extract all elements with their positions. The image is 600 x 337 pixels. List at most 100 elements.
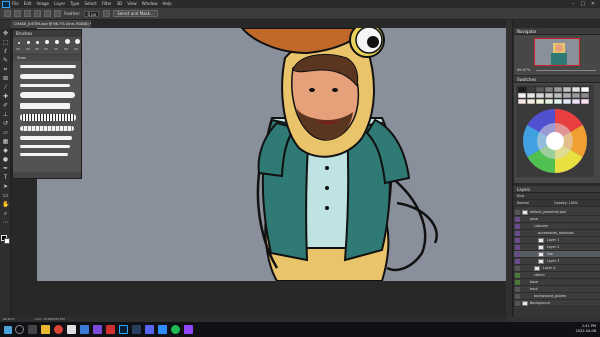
- visibility-eye-icon[interactable]: [515, 266, 520, 271]
- menu-3d[interactable]: 3D: [117, 0, 123, 8]
- brush-stroke[interactable]: [20, 84, 70, 87]
- brush-tool-icon[interactable]: ✐: [2, 102, 9, 109]
- layers-panel-header[interactable]: Layers: [514, 186, 600, 193]
- layer-row[interactable]: Layer 2: [514, 244, 600, 251]
- shape-tool-icon[interactable]: ▭: [2, 192, 9, 199]
- brush-stroke[interactable]: [20, 92, 75, 98]
- menu-filter[interactable]: Filter: [102, 0, 112, 8]
- visibility-eye-icon[interactable]: [515, 259, 520, 264]
- brush-stroke[interactable]: [20, 65, 76, 68]
- brush-stroke[interactable]: [20, 126, 74, 131]
- background-color-swatch[interactable]: [4, 238, 10, 244]
- layer-row[interactable]: background_guides: [514, 293, 600, 300]
- layer-row[interactable]: Layer 3: [514, 258, 600, 265]
- layer-row[interactable]: costume: [514, 223, 600, 230]
- color-wheel-swatches[interactable]: [514, 83, 596, 179]
- blend-mode-select[interactable]: Normal: [517, 200, 529, 206]
- brush-stroke[interactable]: [20, 145, 70, 148]
- layer-row[interactable]: Background: [514, 300, 600, 307]
- pen-tool-icon[interactable]: ✒: [2, 165, 9, 172]
- steam-icon[interactable]: [132, 325, 141, 334]
- menu-type[interactable]: Type: [70, 0, 79, 8]
- layer-row-selected[interactable]: line: [514, 251, 600, 258]
- visibility-eye-icon[interactable]: [515, 245, 520, 250]
- twitch-icon[interactable]: [184, 325, 193, 334]
- zoom-tool-icon[interactable]: ⌕: [2, 210, 9, 217]
- navigator-panel-header[interactable]: Navigator: [514, 28, 600, 35]
- document-canvas[interactable]: [37, 28, 506, 281]
- visibility-eye-icon[interactable]: [515, 231, 520, 236]
- menu-help[interactable]: Help: [162, 0, 171, 8]
- brush-preset[interactable]: [27, 41, 30, 44]
- status-zoom[interactable]: 66.67%: [3, 317, 14, 321]
- anti-alias-checkbox[interactable]: [103, 10, 111, 17]
- visibility-eye-icon[interactable]: [515, 273, 520, 278]
- brush-preset[interactable]: [36, 41, 39, 44]
- menu-edit[interactable]: Edit: [24, 0, 32, 8]
- more-tools-icon[interactable]: ⋯: [2, 219, 9, 226]
- brush-preset[interactable]: [65, 39, 70, 44]
- document-tab[interactable]: CHASE_JUSTIN.psd @ 66.7% (line, RGB/8) *: [11, 20, 91, 28]
- menu-file[interactable]: File: [12, 0, 19, 8]
- move-tool-icon[interactable]: ✥: [2, 30, 9, 37]
- visibility-eye-icon[interactable]: [515, 210, 520, 215]
- brush-stroke[interactable]: [20, 114, 76, 121]
- layer-row[interactable]: default_powerhat.psd: [514, 209, 600, 216]
- brush-stroke[interactable]: [20, 136, 72, 140]
- visibility-eye-icon[interactable]: [515, 294, 520, 299]
- mail-icon[interactable]: [80, 325, 89, 334]
- history-brush-icon[interactable]: ↺: [2, 120, 9, 127]
- frame-tool-icon[interactable]: ⊠: [2, 75, 9, 82]
- zoom-icon[interactable]: [158, 325, 167, 334]
- type-tool-icon[interactable]: T: [2, 174, 9, 181]
- visibility-eye-icon[interactable]: [515, 280, 520, 285]
- menu-image[interactable]: Image: [36, 0, 49, 8]
- visibility-eye-icon[interactable]: [515, 301, 520, 306]
- quick-select-icon[interactable]: ✎: [2, 57, 9, 64]
- app-icon[interactable]: [67, 325, 76, 334]
- spotify-icon[interactable]: [171, 325, 180, 334]
- navigator-thumbnail[interactable]: [534, 38, 580, 66]
- brush-stroke[interactable]: [20, 153, 68, 156]
- app-icon[interactable]: [106, 325, 115, 334]
- discord-icon[interactable]: [145, 325, 154, 334]
- layer-row[interactable]: sketch: [514, 272, 600, 279]
- menu-view[interactable]: View: [127, 0, 137, 8]
- healing-brush-icon[interactable]: ✚: [2, 93, 9, 100]
- layers-blend-row[interactable]: Normal Opacity: 100%: [514, 200, 600, 207]
- brush-preset[interactable]: [55, 40, 59, 44]
- layer-row[interactable]: base: [514, 279, 600, 286]
- chrome-icon[interactable]: [54, 325, 63, 334]
- crop-tool-icon[interactable]: ⌗: [2, 66, 9, 73]
- brush-preset[interactable]: [45, 40, 49, 44]
- maximize-icon[interactable]: □: [578, 0, 588, 8]
- menu-select[interactable]: Select: [84, 0, 96, 8]
- menu-window[interactable]: Window: [142, 0, 158, 8]
- intersect-selection-icon[interactable]: [54, 10, 61, 17]
- path-select-icon[interactable]: ➤: [2, 183, 9, 190]
- add-selection-icon[interactable]: [34, 10, 41, 17]
- lasso-tool-icon[interactable]: [14, 10, 21, 17]
- visibility-eye-icon[interactable]: [515, 224, 520, 229]
- layers-filter-row[interactable]: Kind: [514, 193, 600, 200]
- lasso-tool-icon[interactable]: ℓ: [2, 48, 9, 55]
- brush-preset[interactable]: [75, 39, 80, 44]
- navigator-zoom-slider[interactable]: [536, 70, 596, 71]
- close-icon[interactable]: ✕: [588, 0, 598, 8]
- menu-layer[interactable]: Layer: [54, 0, 65, 8]
- home-icon[interactable]: [4, 10, 11, 17]
- new-selection-icon[interactable]: [24, 10, 31, 17]
- visibility-eye-icon[interactable]: [515, 287, 520, 292]
- layer-row[interactable]: Layer 4: [514, 265, 600, 272]
- blur-tool-icon[interactable]: ◆: [2, 147, 9, 154]
- app-icon[interactable]: [93, 325, 102, 334]
- swatches-panel-header[interactable]: Swatches: [514, 76, 600, 83]
- layer-row[interactable]: pose: [514, 216, 600, 223]
- feather-field[interactable]: 0 px: [84, 10, 100, 17]
- layer-row[interactable]: back: [514, 286, 600, 293]
- eraser-tool-icon[interactable]: ▱: [2, 129, 9, 136]
- photoshop-taskbar-icon[interactable]: [119, 325, 128, 334]
- clone-stamp-icon[interactable]: ⊥: [2, 111, 9, 118]
- navigator-zoom-value[interactable]: 66.67%: [517, 68, 530, 72]
- visibility-eye-icon[interactable]: [515, 252, 520, 257]
